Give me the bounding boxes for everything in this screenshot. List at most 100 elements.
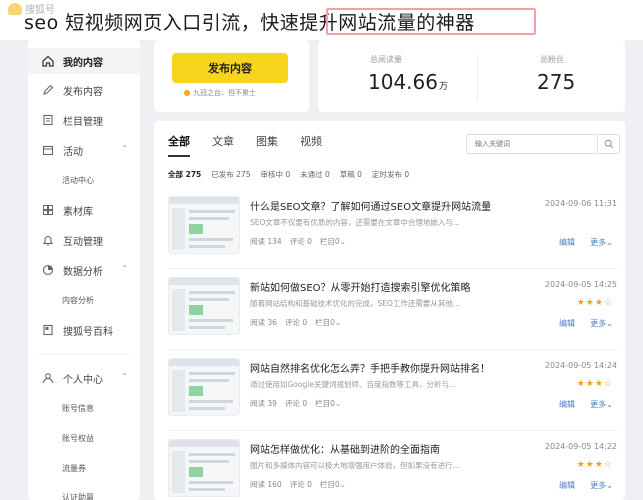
filter-published[interactable]: 已发布 275: [211, 169, 250, 180]
sidebar-item-analytics[interactable]: 数据分析 ⌃: [28, 257, 140, 283]
document-icon: [41, 113, 55, 127]
article-item[interactable]: 网站自然排名优化怎么弄？手把手教你提升网站排名！ 2024-09-05 14:2…: [160, 358, 625, 440]
article-summary: SEO文章不仅要有优质的内容，还需要在文章中合理地嵌入与...: [250, 218, 461, 227]
stats-card: [318, 40, 625, 112]
sidebar-sub-traffic-coupon[interactable]: 流量券: [62, 463, 86, 474]
sidebar-item-label: 数据分析: [63, 266, 103, 278]
pencil-icon: [41, 83, 55, 97]
stat-number: 104.66: [368, 70, 438, 94]
article-title[interactable]: 网站怎样做优化：从基础到进阶的全面指南: [250, 441, 440, 456]
article-item[interactable]: 网站怎样做优化：从基础到进阶的全面指南 2024-09-05 14:22 图片和…: [160, 439, 625, 500]
publish-button[interactable]: 发布内容: [172, 53, 288, 83]
edit-button[interactable]: 编辑: [559, 399, 575, 410]
filter-scheduled[interactable]: 定时发布 0: [372, 169, 409, 180]
article-column[interactable]: 栏目0⌄: [320, 236, 346, 247]
chevron-down-icon: ⌄: [334, 318, 342, 327]
article-summary: 随着网站结构和基础技术优化的完成，SEO工作还需要从其他...: [250, 299, 461, 308]
filter-rejected[interactable]: 未通过 0: [300, 169, 330, 180]
edit-button[interactable]: 编辑: [559, 318, 575, 329]
more-button[interactable]: 更多⌄: [590, 237, 613, 248]
article-date: 2024-09-05 14:22: [544, 442, 617, 451]
search-button[interactable]: [598, 134, 620, 154]
sidebar-item-personal[interactable]: 个人中心 ⌃: [28, 365, 140, 391]
book-icon: [41, 323, 55, 337]
sidebar-item-activity[interactable]: 活动 ⌃: [28, 137, 140, 163]
publish-hint: 九冠之台、但不累士: [184, 88, 256, 98]
sidebar-sub-content-analysis[interactable]: 内容分析: [62, 295, 94, 306]
more-button[interactable]: 更多⌄: [590, 318, 613, 329]
article-item[interactable]: 什么是SEO文章？了解如何通过SEO文章提升网站流量 2024-09-06 11…: [160, 196, 625, 278]
article-title[interactable]: 网站自然排名优化怎么弄？手把手教你提升网站排名！: [250, 360, 490, 375]
article-date: 2024-09-06 11:31: [544, 199, 617, 208]
filter-all[interactable]: 全部 275: [168, 169, 201, 180]
chevron-down-icon: ⌄: [339, 237, 346, 246]
article-date: 2024-09-05 14:24: [544, 361, 617, 370]
user-icon: [41, 371, 55, 385]
sidebar-divider: [38, 354, 130, 355]
filter-reviewing[interactable]: 审核中 0: [260, 169, 290, 180]
stat-label-reads: 总阅读量: [370, 55, 402, 64]
sidebar-item-label: 互动管理: [63, 236, 103, 248]
stat-value-reads: 104.66万: [368, 70, 448, 94]
chevron-up-icon[interactable]: ⌃: [121, 264, 128, 273]
home-icon: [41, 54, 55, 68]
article-column[interactable]: 栏目0⌄: [315, 317, 341, 328]
article-meta: 阅读 39 评论 0 栏目0⌄: [250, 398, 341, 409]
sidebar-item-materials[interactable]: 素材库: [28, 197, 140, 223]
edit-button[interactable]: 编辑: [559, 237, 575, 248]
article-thumbnail[interactable]: [168, 358, 240, 416]
filter-drafts[interactable]: 草稿 0: [340, 169, 362, 180]
status-filters: 全部 275 已发布 275 审核中 0 未通过 0 草稿 0 定时发布 0: [168, 169, 409, 180]
edit-button[interactable]: 编辑: [559, 480, 575, 491]
article-comments: 评论 0: [284, 399, 308, 408]
sidebar-item-label: 我的内容: [63, 57, 103, 69]
more-button[interactable]: 更多⌄: [590, 480, 613, 491]
bell-icon: [41, 233, 55, 247]
tab-all[interactable]: 全部: [168, 133, 190, 157]
row-divider: [168, 349, 618, 350]
highlight-box: [326, 8, 536, 35]
article-column[interactable]: 栏目0⌄: [315, 398, 341, 409]
article-column[interactable]: 栏目0⌄: [320, 479, 346, 490]
chevron-down-icon: ⌄: [606, 319, 613, 328]
chevron-up-icon[interactable]: ⌃: [121, 144, 128, 153]
search-input[interactable]: [466, 134, 598, 154]
grid-icon: [41, 203, 55, 217]
sidebar-item-publish[interactable]: 发布内容: [28, 77, 140, 103]
article-item[interactable]: 新站如何做SEO？从零开始打造搜索引擎优化策略 2024-09-05 14:25…: [160, 277, 625, 359]
stat-divider: [477, 55, 478, 100]
row-divider: [168, 268, 618, 269]
sidebar-item-interaction[interactable]: 互动管理: [28, 227, 140, 253]
article-reads: 阅读 134: [250, 237, 282, 246]
chevron-up-icon[interactable]: ⌃: [121, 372, 128, 381]
article-thumbnail[interactable]: [168, 277, 240, 335]
article-rating: ★★★☆: [576, 460, 613, 470]
stat-value-fans: 275: [537, 70, 576, 94]
article-thumbnail[interactable]: [168, 439, 240, 497]
sidebar-sub-activity-center[interactable]: 活动中心: [62, 175, 94, 186]
sidebar-item-label: 发布内容: [63, 86, 103, 98]
chevron-down-icon: ⌄: [606, 400, 613, 409]
sidebar-item-label: 个人中心: [63, 374, 103, 386]
calendar-icon: [41, 143, 55, 157]
row-divider: [168, 430, 618, 431]
tab-video[interactable]: 视频: [300, 133, 322, 157]
search-icon: [604, 139, 613, 149]
article-title[interactable]: 新站如何做SEO？从零开始打造搜索引擎优化策略: [250, 279, 471, 294]
sidebar-sub-verify[interactable]: 认证助赢: [62, 492, 94, 500]
sidebar-item-my-content[interactable]: 我的内容: [28, 48, 140, 74]
sidebar-item-columns[interactable]: 栏目管理: [28, 107, 140, 133]
article-rating: ★★★☆: [576, 379, 613, 389]
tab-articles[interactable]: 文章: [212, 133, 234, 157]
sidebar-sub-account-info[interactable]: 账号信息: [62, 403, 94, 414]
article-comments: 评论 0: [289, 480, 312, 489]
article-title[interactable]: 什么是SEO文章？了解如何通过SEO文章提升网站流量: [250, 198, 491, 213]
article-comments: 评论 0: [289, 237, 312, 246]
more-button[interactable]: 更多⌄: [590, 399, 613, 410]
sidebar-item-wiki[interactable]: 搜狐号百科: [28, 317, 140, 343]
article-summary: 通过使用如Google关键词规划师、百度指数等工具，分析与...: [250, 380, 457, 389]
article-thumbnail[interactable]: [168, 196, 240, 254]
tab-gallery[interactable]: 图集: [256, 133, 278, 157]
sidebar-item-label: 活动: [63, 146, 83, 158]
sidebar-sub-account-rights[interactable]: 账号权益: [62, 433, 94, 444]
